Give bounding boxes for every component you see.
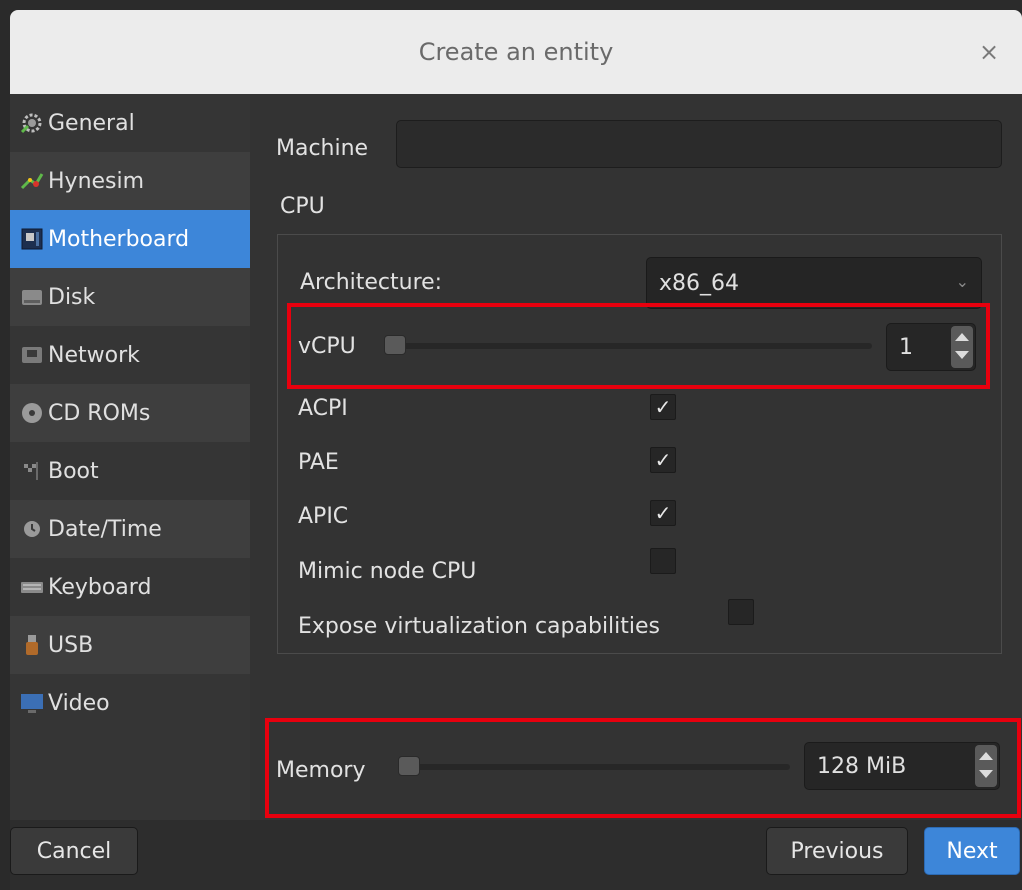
hynesim-icon bbox=[18, 167, 46, 195]
sidebar-item-label: Video bbox=[48, 690, 110, 716]
sidebar-item-boot[interactable]: Boot bbox=[10, 442, 250, 500]
pae-checkbox[interactable]: ✓ bbox=[650, 447, 676, 473]
arrow-up-icon bbox=[955, 333, 969, 341]
sidebar-item-general[interactable]: General bbox=[10, 94, 250, 152]
sidebar-item-network[interactable]: Network bbox=[10, 326, 250, 384]
memory-label: Memory bbox=[276, 758, 366, 783]
sidebar-item-label: USB bbox=[48, 632, 94, 658]
sidebar-item-cdroms[interactable]: CD ROMs bbox=[10, 384, 250, 442]
apic-checkbox[interactable]: ✓ bbox=[650, 500, 676, 526]
sidebar-item-hynesim[interactable]: Hynesim bbox=[10, 152, 250, 210]
sidebar: General Hynesim Motherboard Disk Network… bbox=[10, 94, 250, 820]
memory-slider-handle[interactable] bbox=[398, 756, 420, 776]
expose-virtualization-label: Expose virtualization capabilities bbox=[298, 614, 661, 639]
chevron-down-icon: ⌄ bbox=[955, 272, 969, 291]
mimic-node-cpu-checkbox[interactable] bbox=[650, 548, 676, 574]
close-icon: × bbox=[978, 38, 1000, 66]
sidebar-item-label: Keyboard bbox=[48, 574, 152, 600]
window-top-strip bbox=[0, 0, 1022, 10]
check-icon: ✓ bbox=[654, 395, 672, 419]
vcpu-stepper[interactable] bbox=[951, 326, 973, 368]
architecture-value: x86_64 bbox=[659, 270, 740, 296]
usb-icon bbox=[18, 631, 46, 659]
sidebar-item-label: Motherboard bbox=[48, 226, 190, 252]
main-panel: Machine CPU Architecture: x86_64 ⌄ vCPU … bbox=[250, 94, 1022, 820]
sidebar-item-label: CD ROMs bbox=[48, 400, 151, 426]
memory-value: 128 MiB bbox=[817, 753, 907, 779]
check-icon: ✓ bbox=[654, 501, 672, 525]
arrow-down-icon bbox=[955, 351, 969, 359]
dialog-title: Create an entity bbox=[418, 38, 614, 66]
disk-icon bbox=[18, 283, 46, 311]
acpi-label: ACPI bbox=[298, 396, 348, 421]
clock-icon bbox=[18, 515, 46, 543]
arrow-up-icon bbox=[979, 752, 993, 760]
sidebar-item-label: General bbox=[48, 110, 135, 136]
pae-label: PAE bbox=[298, 450, 339, 475]
acpi-checkbox[interactable]: ✓ bbox=[650, 394, 676, 420]
monitor-icon bbox=[18, 689, 46, 717]
arrow-down-icon bbox=[979, 770, 993, 778]
sidebar-item-usb[interactable]: USB bbox=[10, 616, 250, 674]
check-icon: ✓ bbox=[654, 448, 672, 472]
memory-spinbox[interactable]: 128 MiB bbox=[804, 742, 1000, 790]
expose-virtualization-checkbox[interactable] bbox=[728, 599, 754, 625]
vcpu-spinbox[interactable]: 1 bbox=[886, 323, 976, 371]
motherboard-icon bbox=[18, 225, 46, 253]
memory-slider-track[interactable] bbox=[402, 764, 790, 770]
dialog-footer: Cancel Previous Next bbox=[10, 820, 1022, 890]
sidebar-item-label: Network bbox=[48, 342, 140, 368]
network-icon bbox=[18, 341, 46, 369]
architecture-select[interactable]: x86_64 ⌄ bbox=[646, 257, 982, 309]
memory-stepper[interactable] bbox=[975, 745, 997, 787]
sidebar-item-disk[interactable]: Disk bbox=[10, 268, 250, 326]
boot-icon bbox=[18, 457, 46, 485]
cancel-button[interactable]: Cancel bbox=[10, 827, 138, 875]
cpu-section-label: CPU bbox=[280, 194, 325, 219]
sidebar-item-label: Disk bbox=[48, 284, 96, 310]
next-button[interactable]: Next bbox=[924, 827, 1020, 875]
architecture-label: Architecture: bbox=[300, 270, 443, 295]
gear-icon bbox=[18, 109, 46, 137]
sidebar-item-motherboard[interactable]: Motherboard bbox=[10, 210, 250, 268]
cdrom-icon bbox=[18, 399, 46, 427]
sidebar-item-video[interactable]: Video bbox=[10, 674, 250, 732]
sidebar-item-datetime[interactable]: Date/Time bbox=[10, 500, 250, 558]
vcpu-slider-handle[interactable] bbox=[384, 335, 406, 355]
vcpu-value: 1 bbox=[899, 334, 913, 360]
sidebar-item-label: Date/Time bbox=[48, 516, 162, 542]
sidebar-item-keyboard[interactable]: Keyboard bbox=[10, 558, 250, 616]
sidebar-item-label: Hynesim bbox=[48, 168, 145, 194]
keyboard-icon bbox=[18, 573, 46, 601]
machine-input[interactable] bbox=[396, 120, 1002, 168]
apic-label: APIC bbox=[298, 504, 349, 529]
machine-label: Machine bbox=[276, 136, 369, 161]
mimic-node-cpu-label: Mimic node CPU bbox=[298, 559, 477, 584]
dialog-titlebar: Create an entity × bbox=[10, 10, 1022, 94]
vcpu-slider-track[interactable] bbox=[388, 343, 872, 349]
sidebar-item-label: Boot bbox=[48, 458, 99, 484]
previous-button[interactable]: Previous bbox=[766, 827, 908, 875]
close-button[interactable]: × bbox=[974, 37, 1004, 67]
vcpu-label: vCPU bbox=[298, 334, 356, 359]
